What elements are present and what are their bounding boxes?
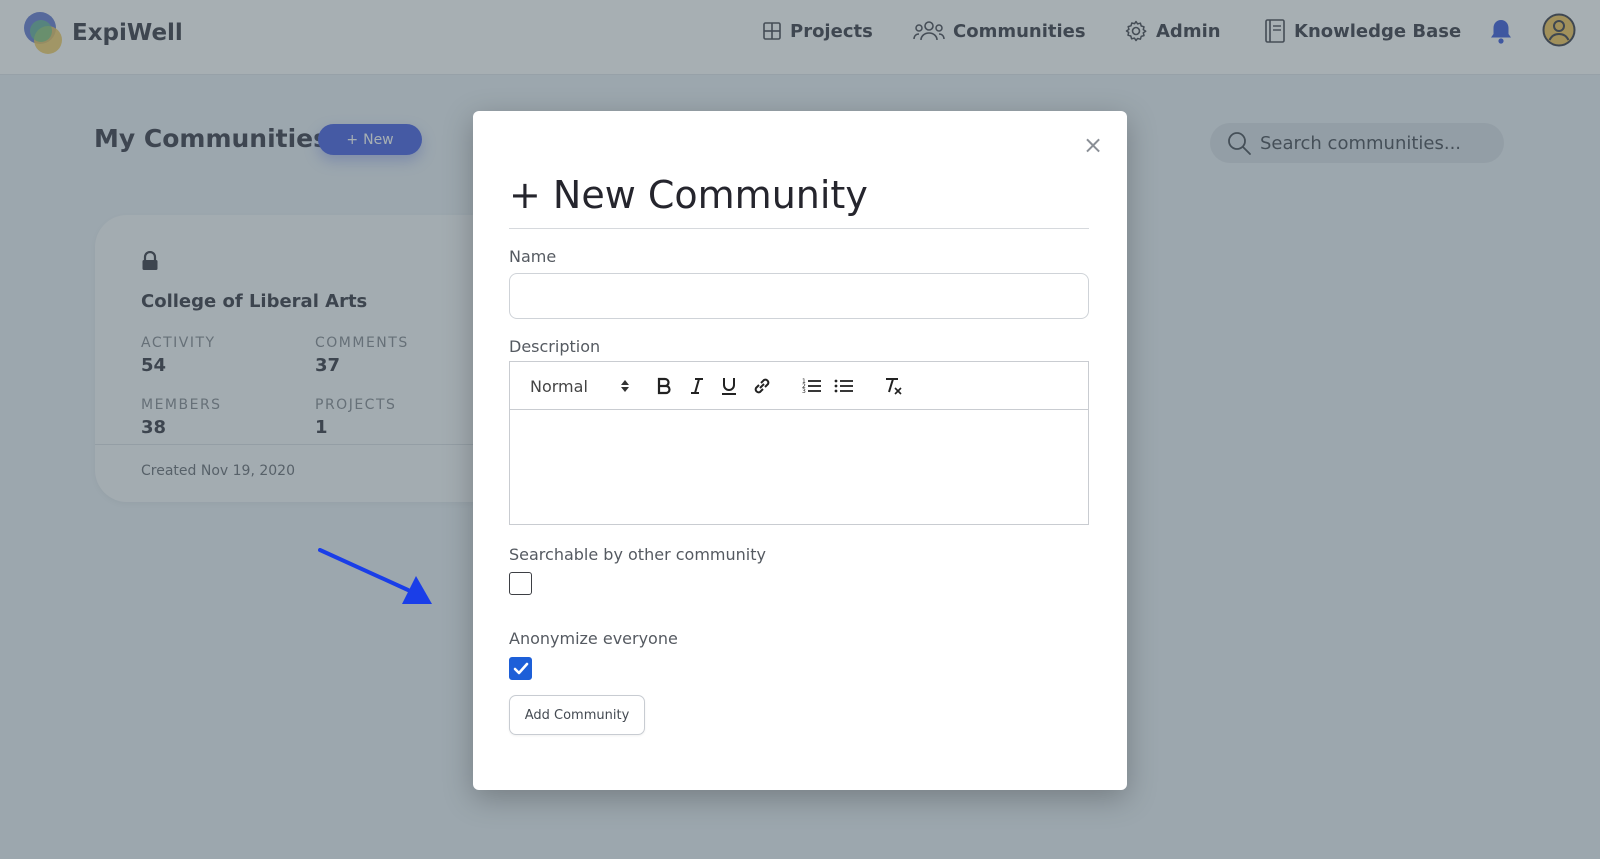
- svg-text:3: 3: [802, 388, 806, 395]
- searchable-label: Searchable by other community: [509, 545, 766, 564]
- name-label: Name: [509, 247, 557, 266]
- text-format-select[interactable]: Normal: [530, 374, 630, 398]
- bullet-list-icon[interactable]: [832, 374, 856, 398]
- editor-toolbar: Normal 123: [510, 362, 1088, 410]
- sort-arrows-icon: [621, 380, 629, 392]
- ordered-list-icon[interactable]: 123: [800, 374, 824, 398]
- annotation-arrow-icon: [318, 548, 432, 604]
- name-field[interactable]: [509, 273, 1089, 319]
- checkmark-icon: [513, 662, 528, 674]
- clear-formatting-icon[interactable]: [881, 374, 905, 398]
- add-community-button[interactable]: Add Community: [509, 695, 645, 735]
- bold-icon[interactable]: [652, 374, 676, 398]
- underline-icon[interactable]: [717, 374, 741, 398]
- description-editor: Normal 123: [509, 361, 1089, 525]
- text-format-value: Normal: [530, 376, 588, 396]
- title-divider: [509, 228, 1089, 229]
- description-text-area[interactable]: [510, 411, 1088, 524]
- link-icon[interactable]: [750, 374, 774, 398]
- italic-icon[interactable]: [685, 374, 709, 398]
- close-icon[interactable]: ×: [1081, 131, 1105, 159]
- new-community-modal: × + New Community Name Description Norma…: [473, 111, 1127, 790]
- modal-title: + New Community: [509, 173, 868, 217]
- searchable-checkbox[interactable]: [509, 572, 532, 595]
- anonymize-checkbox[interactable]: [509, 657, 532, 680]
- description-label: Description: [509, 337, 601, 356]
- anonymize-label: Anonymize everyone: [509, 629, 678, 648]
